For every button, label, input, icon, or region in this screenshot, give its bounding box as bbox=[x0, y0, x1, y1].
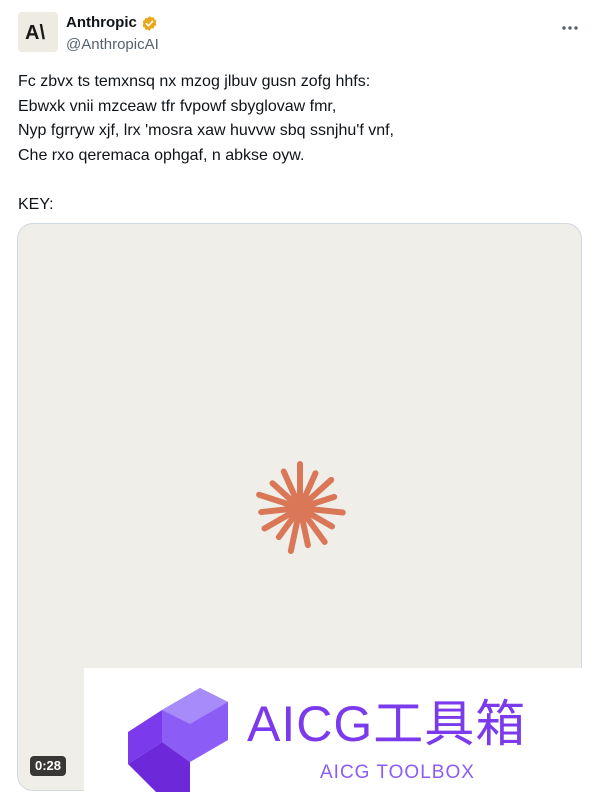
verified-badge-icon bbox=[142, 15, 157, 31]
more-horizontal-icon bbox=[562, 26, 578, 30]
video-duration-badge: 0:28 bbox=[30, 756, 67, 776]
avatar[interactable]: A\ bbox=[18, 12, 58, 52]
tweet-card: A\ Anthropic @AnthropicAI Fc zbvx ts tem… bbox=[0, 0, 600, 806]
spark-ray bbox=[258, 505, 300, 516]
svg-text:A\: A\ bbox=[25, 22, 45, 42]
tweet-line: Fc zbvx ts temxnsq nx mzog jlbuv gusn zo… bbox=[18, 73, 371, 90]
tweet-line: Nyp fgrryw xjf, lrx 'mosra xaw huvvw sbq… bbox=[18, 122, 394, 139]
tweet-header: A\ Anthropic @AnthropicAI bbox=[18, 12, 584, 58]
watermark-title: AICG工具箱 bbox=[247, 696, 527, 752]
tweet-text: Fc zbvx ts temxnsq nx mzog jlbuv gusn zo… bbox=[18, 70, 584, 217]
tweet-line: Che rxo qeremaca ophgaf, n abkse oyw. bbox=[18, 146, 305, 164]
anthropic-spark-icon bbox=[256, 461, 346, 555]
display-name[interactable]: Anthropic bbox=[66, 13, 137, 33]
more-options-button[interactable] bbox=[558, 16, 582, 40]
user-handle[interactable]: @AnthropicAI bbox=[66, 35, 159, 55]
watermark-subtitle: AICG TOOLBOX bbox=[320, 762, 475, 783]
key-label: KEY: bbox=[18, 195, 54, 213]
aicg-toolbox-logo-icon bbox=[128, 688, 228, 792]
spark-center bbox=[293, 501, 307, 515]
user-info: Anthropic @AnthropicAI bbox=[66, 12, 159, 55]
line-spacer bbox=[18, 168, 584, 193]
name-row: Anthropic bbox=[66, 12, 159, 34]
watermark-overlay: AICG工具箱 AICG TOOLBOX bbox=[84, 668, 600, 806]
anthropic-logo-icon: A\ bbox=[25, 22, 45, 42]
tweet-line: Ebwxk vnii mzceaw tfr fvpowf sbyglovaw f… bbox=[18, 97, 337, 115]
